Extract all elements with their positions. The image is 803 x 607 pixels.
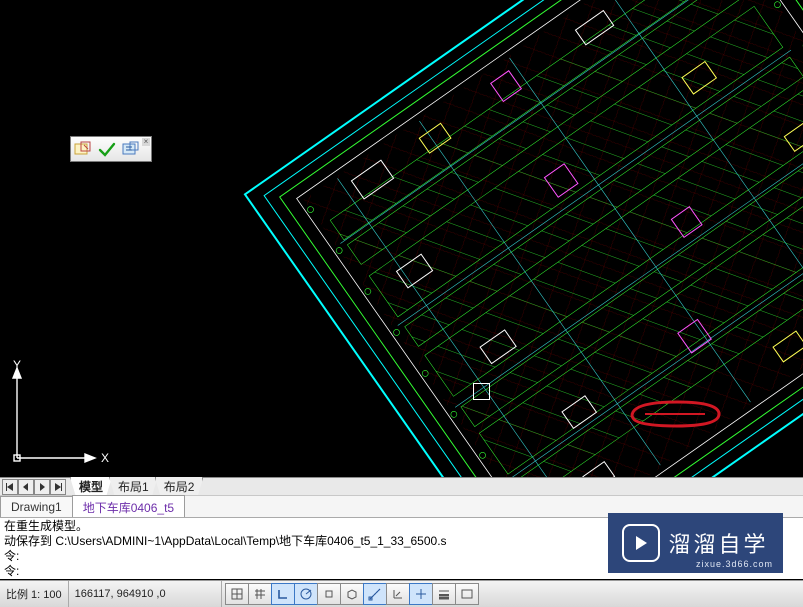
toggle-snap[interactable] bbox=[225, 583, 249, 605]
toggle-tpy[interactable] bbox=[455, 583, 479, 605]
drafting-toggles bbox=[226, 583, 479, 605]
tab-nav-first-icon[interactable] bbox=[2, 479, 18, 495]
toggle-lwt[interactable] bbox=[432, 583, 456, 605]
ucs-icon: X Y bbox=[5, 360, 115, 470]
toggle-3dosnap[interactable] bbox=[340, 583, 364, 605]
watermark-domain: zixue.3d66.com bbox=[696, 559, 773, 569]
toggle-grid[interactable] bbox=[248, 583, 272, 605]
toggle-osnap[interactable] bbox=[317, 583, 341, 605]
tab-nav-last-icon[interactable] bbox=[50, 479, 66, 495]
watermark-overlay: 溜溜自学 zixue.3d66.com bbox=[608, 513, 783, 573]
model-layout-tabbar: 模型 布局1 布局2 bbox=[0, 477, 803, 496]
toggle-otrack[interactable] bbox=[363, 583, 387, 605]
watermark-title: 溜溜自学 bbox=[668, 527, 768, 559]
tab-nav-prev-icon[interactable] bbox=[18, 479, 34, 495]
status-coordinates: 166117, 964910 ,0 bbox=[69, 581, 222, 607]
ucs-x-label: X bbox=[101, 451, 109, 465]
toggle-ducs[interactable] bbox=[386, 583, 410, 605]
toggle-dyn[interactable] bbox=[409, 583, 433, 605]
play-icon bbox=[622, 524, 660, 562]
toggle-ortho[interactable] bbox=[271, 583, 295, 605]
toggle-polar[interactable] bbox=[294, 583, 318, 605]
pickbox-cursor bbox=[473, 383, 490, 400]
tab-nav-next-icon[interactable] bbox=[34, 479, 50, 495]
drawing-viewport[interactable]: × X Y bbox=[0, 0, 803, 477]
toolbar-close-icon[interactable]: × bbox=[142, 138, 150, 146]
status-scale[interactable]: 比例 1: 100 bbox=[0, 581, 69, 607]
save-changes-button[interactable] bbox=[95, 138, 119, 160]
discard-changes-button[interactable] bbox=[119, 138, 143, 160]
inplace-edit-toolbar: × bbox=[70, 136, 152, 162]
status-bar: 比例 1: 100 166117, 964910 ,0 bbox=[0, 580, 803, 607]
ucs-y-label: Y bbox=[13, 360, 21, 372]
edit-reference-button[interactable] bbox=[71, 138, 95, 160]
doc-tab-garage[interactable]: 地下车库0406_t5 bbox=[72, 495, 185, 520]
annotation-highlight bbox=[627, 396, 727, 436]
doc-tab-drawing1[interactable]: Drawing1 bbox=[0, 496, 73, 518]
